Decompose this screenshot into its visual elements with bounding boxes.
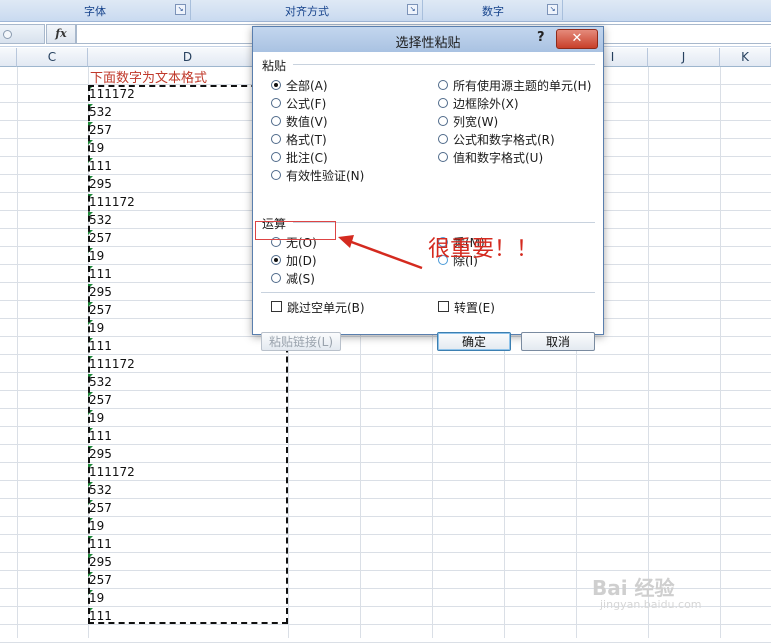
radio-icon[interactable] (438, 80, 448, 90)
name-box-scroll-icon (3, 30, 12, 39)
paste-option[interactable]: 全部(A) (286, 77, 328, 94)
ribbon-group-bar: 字体 ↘ 对齐方式 ↘ 数字 ↘ (0, 0, 771, 22)
column-header-c[interactable]: C (17, 48, 88, 67)
ok-button[interactable]: 确定 (437, 332, 511, 351)
radio-icon[interactable] (271, 116, 281, 126)
column-header-j[interactable]: J (648, 48, 720, 67)
radio-icon[interactable] (438, 152, 448, 162)
ribbon-group-alignment-label: 对齐方式 (285, 5, 329, 18)
radio-icon[interactable] (271, 273, 281, 283)
radio-icon[interactable] (271, 134, 281, 144)
baidu-watermark-url: jingyan.baidu.com (600, 598, 702, 611)
number-dialog-launcher-icon[interactable]: ↘ (547, 4, 558, 15)
grid-column-line (648, 67, 649, 638)
operation-option[interactable]: 减(S) (286, 270, 315, 287)
help-icon[interactable]: ? (537, 30, 545, 45)
grid-column-line (720, 67, 721, 638)
paste-option[interactable]: 数值(V) (286, 113, 328, 130)
radio-icon[interactable] (438, 134, 448, 144)
radio-icon[interactable] (438, 116, 448, 126)
operation-option[interactable]: 加(D) (286, 252, 317, 269)
radio-icon[interactable] (271, 98, 281, 108)
ribbon-group-number: 数字 ↘ (424, 0, 563, 20)
paste-option[interactable]: 批注(C) (286, 149, 328, 166)
paste-option[interactable]: 格式(T) (286, 131, 327, 148)
skip-blanks-label[interactable]: 跳过空单元(B) (287, 299, 365, 316)
paste-option[interactable]: 公式(F) (286, 95, 326, 112)
paste-option[interactable]: 公式和数字格式(R) (453, 131, 555, 148)
paste-separator (293, 64, 595, 65)
radio-icon[interactable] (271, 80, 281, 90)
highlight-rectangle (255, 221, 336, 240)
close-icon[interactable]: ✕ (556, 29, 598, 49)
dialog-title: 选择性粘贴 (395, 36, 461, 51)
arrow-icon (338, 235, 423, 270)
note-cell[interactable]: 下面数字为文本格式 (90, 67, 207, 86)
column-header-k[interactable]: K (720, 48, 771, 67)
paste-option[interactable]: 列宽(W) (453, 113, 498, 130)
font-dialog-launcher-icon[interactable]: ↘ (175, 4, 186, 15)
operation-separator (293, 222, 595, 223)
insert-function-button[interactable]: fx (46, 24, 76, 44)
grid-column-line (17, 67, 18, 638)
options-separator (261, 292, 595, 293)
ribbon-group-alignment: 对齐方式 ↘ (192, 0, 423, 20)
ribbon-group-font: 字体 ↘ (0, 0, 191, 20)
paste-option[interactable]: 边框除外(X) (453, 95, 519, 112)
ribbon-group-number-label: 数字 (482, 5, 504, 18)
skip-blanks-checkbox[interactable] (271, 301, 282, 312)
alignment-dialog-launcher-icon[interactable]: ↘ (407, 4, 418, 15)
annotation-text: 很重要！！ (428, 237, 539, 262)
paste-option[interactable]: 值和数字格式(U) (453, 149, 543, 166)
paste-section-label: 粘贴 (262, 59, 287, 73)
paste-special-dialog: 选择性粘贴 ? ✕ 粘贴 全部(A) 公式(F) 数值(V) 格式(T) 批注(C) 有效… (252, 26, 604, 351)
select-all-corner[interactable] (0, 48, 17, 67)
radio-icon[interactable] (438, 98, 448, 108)
paste-option[interactable]: 有效性验证(N) (286, 167, 364, 184)
transpose-label[interactable]: 转置(E) (454, 299, 495, 316)
paste-option[interactable]: 所有使用源主题的单元(H) (453, 77, 591, 94)
name-box[interactable] (0, 24, 45, 44)
ribbon-group-font-label: 字体 (84, 5, 106, 18)
dialog-body: 粘贴 全部(A) 公式(F) 数值(V) 格式(T) 批注(C) 有效性验证(N) 所有使… (253, 52, 603, 351)
cancel-button[interactable]: 取消 (521, 332, 595, 351)
baidu-watermark: Bai 经验 (592, 576, 675, 600)
radio-icon[interactable] (271, 255, 281, 265)
transpose-checkbox[interactable] (438, 301, 449, 312)
dialog-title-bar[interactable]: 选择性粘贴 ? ✕ (253, 27, 603, 52)
grid-row-line (0, 624, 771, 625)
radio-icon[interactable] (271, 152, 281, 162)
paste-link-button[interactable]: 粘贴链接(L) (261, 332, 341, 351)
radio-icon[interactable] (271, 170, 281, 180)
